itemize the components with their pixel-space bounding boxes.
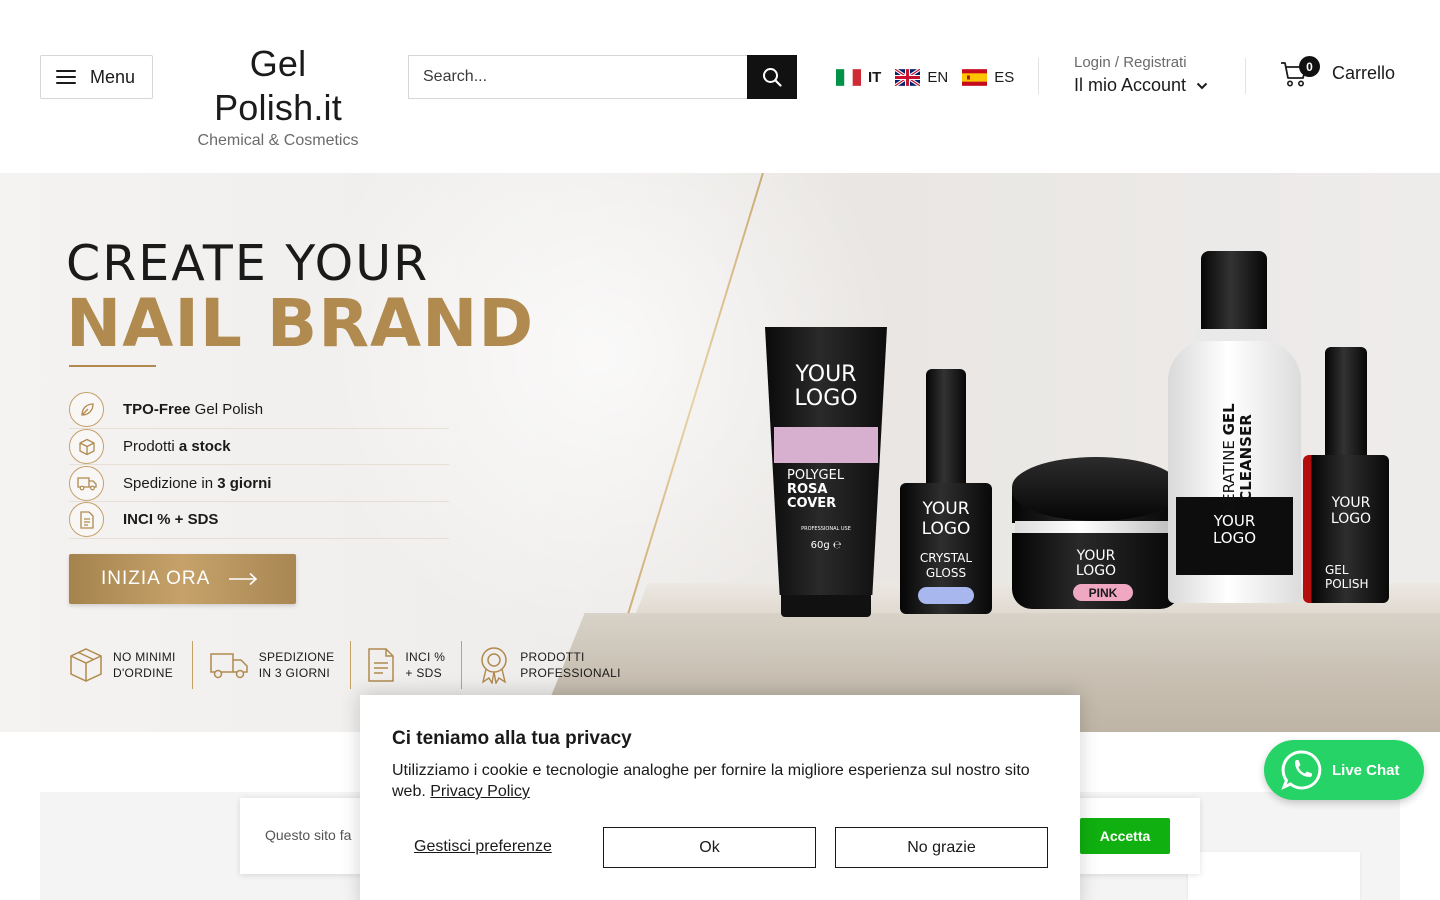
cart-label: Carrello — [1332, 62, 1396, 83]
box-icon — [70, 648, 102, 682]
badge-text: SPEDIZIONE IN 3 GIORNI — [258, 650, 335, 680]
truck-icon — [209, 653, 248, 679]
badge-text: NO MINIMI D'ORDINE — [113, 650, 176, 680]
crystal-gloss-bottle-product: YOUR LOGO CRYSTAL GLOSS — [900, 369, 992, 614]
cart-button[interactable]: 0 Carrello — [1280, 56, 1396, 88]
feature-text: Prodotti a stock — [123, 438, 231, 456]
search-bar — [408, 55, 797, 99]
feature-item: TPO-Free Gel Polish — [69, 392, 449, 429]
lang-en-label: EN — [927, 68, 949, 86]
hero-title-line2: NAIL BRAND — [66, 285, 535, 362]
polygel-tube-product: YOUR LOGO POLYGEL ROSA COVER PROFESSIONAL U… — [765, 327, 887, 617]
document-icon — [368, 648, 395, 682]
logo-main-text: Gel Polish.it — [214, 43, 342, 128]
manage-preferences-link[interactable]: Gestisci preferenze — [414, 838, 552, 856]
cookie-body: Utilizziamo i cookie e tecnologie analog… — [392, 762, 1030, 800]
cookie-consent-dialog: Ci teniamo alla tua privacy Utilizziamo … — [360, 695, 1080, 900]
header-divider — [1038, 58, 1039, 94]
lang-it-label: IT — [868, 68, 882, 86]
cookie-decline-button[interactable]: No grazie — [835, 827, 1048, 868]
badge-item: NO MINIMI D'ORDINE — [69, 641, 193, 689]
logo-sub-text: Chemical & Cosmetics — [197, 132, 359, 149]
chevron-down-icon — [1196, 82, 1208, 89]
my-account-dropdown[interactable]: Il mio Account — [1074, 75, 1208, 96]
content-card — [1188, 852, 1360, 900]
badge-item: PRODOTTI PROFESSIONALI — [478, 641, 637, 689]
document-icon — [69, 502, 104, 538]
box-icon — [69, 429, 104, 465]
cookie-title: Ci teniamo alla tua privacy — [392, 728, 632, 749]
leaf-icon — [69, 392, 104, 428]
site-logo[interactable]: Gel Polish.it Chemical & Cosmetics — [188, 42, 368, 150]
hamburger-icon — [56, 70, 76, 84]
arrow-right-icon — [229, 572, 258, 586]
hero-title-line1: CREATE YOUR — [66, 235, 430, 292]
award-icon — [481, 647, 507, 684]
feature-text: INCI % + SDS — [123, 511, 219, 529]
live-chat-button[interactable]: Live Chat — [1264, 740, 1424, 800]
menu-label: Menu — [90, 66, 136, 87]
lang-es[interactable]: ES — [962, 69, 1014, 86]
badge-item: SPEDIZIONE IN 3 GIORNI — [209, 641, 352, 689]
site-header: Menu Gel Polish.it Chemical & Cosmetics … — [0, 0, 1440, 150]
hero-banner[interactable]: CREATE YOUR NAIL BRAND TPO-Free Gel Poli… — [0, 173, 1440, 732]
account-menu[interactable]: Login / Registrati Il mio Account — [1074, 54, 1208, 96]
cart-icon: 0 — [1280, 56, 1320, 88]
lang-es-label: ES — [994, 68, 1015, 86]
cart-count-badge: 0 — [1299, 56, 1320, 77]
feature-text: TPO-Free Gel Polish — [123, 401, 264, 419]
notice-text: Questo sito fa — [265, 827, 352, 843]
pink-gel-jar-product: YOUR LOGO PINK — [1012, 457, 1180, 612]
start-now-button[interactable]: INIZIA ORA — [69, 554, 296, 604]
feature-text: Spedizione in 3 giorni — [123, 474, 272, 492]
spain-flag-icon — [962, 68, 988, 86]
live-chat-label: Live Chat — [1332, 761, 1400, 779]
accept-button[interactable]: Accetta — [1080, 818, 1170, 854]
feature-item: Prodotti a stock — [69, 429, 449, 466]
menu-button[interactable]: Menu — [40, 55, 153, 99]
privacy-policy-link[interactable]: Privacy Policy — [430, 783, 530, 800]
hero-badges: NO MINIMI D'ORDINE SPEDIZIONE IN 3 GIORNI … — [69, 641, 653, 689]
cookie-ok-button[interactable]: Ok — [603, 827, 816, 868]
lang-en[interactable]: EN — [895, 68, 949, 86]
search-icon — [763, 68, 782, 87]
lang-it[interactable]: IT — [836, 69, 881, 86]
truck-icon — [69, 465, 104, 501]
badge-text: PRODOTTI PROFESSIONALI — [520, 650, 621, 680]
cta-label: INIZIA ORA — [101, 568, 211, 589]
hero-feature-list: TPO-Free Gel Polish Prodotti a stock Spe… — [69, 392, 449, 539]
whatsapp-icon — [1281, 750, 1322, 790]
italy-flag-icon — [836, 68, 861, 86]
feature-item: INCI % + SDS — [69, 502, 449, 539]
gel-polish-bottle-product: YOUR LOGO GEL POLISH — [1303, 347, 1389, 603]
my-account-label: Il mio Account — [1074, 75, 1187, 95]
hero-title-rule — [69, 365, 156, 367]
badge-item: INCI % + SDS — [367, 641, 463, 689]
feature-item: Spedizione in 3 giorni — [69, 465, 449, 503]
header-divider — [1245, 58, 1246, 94]
login-register-link[interactable]: Login / Registrati — [1074, 54, 1208, 71]
search-button[interactable] — [747, 55, 797, 99]
badge-text: INCI % + SDS — [405, 650, 446, 680]
gel-cleanser-bottle-product: KERATINE GEL CLEANSER YOUR LOGO — [1168, 251, 1301, 603]
search-input[interactable] — [408, 55, 748, 99]
uk-flag-icon — [895, 68, 921, 86]
language-switcher: IT EN ES — [836, 66, 1014, 88]
